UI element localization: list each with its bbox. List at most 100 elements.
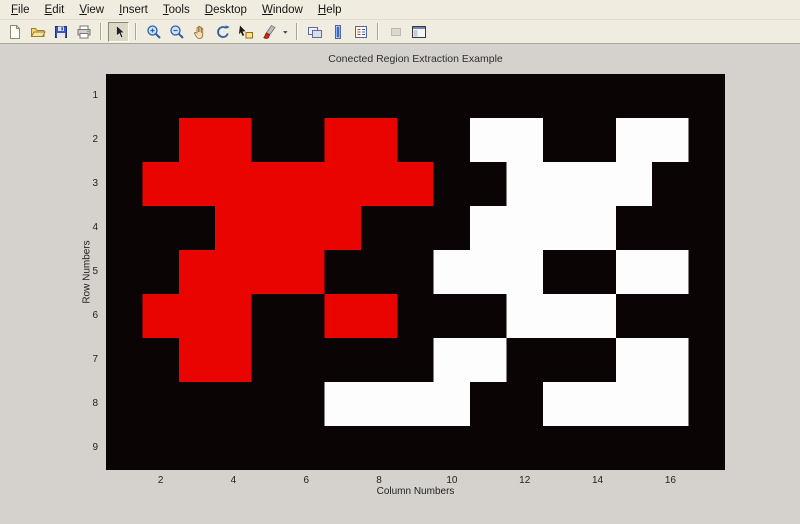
grid-cell — [215, 250, 251, 294]
grid-cell — [215, 206, 251, 250]
plot-area[interactable] — [106, 74, 725, 470]
grid-cell — [507, 162, 543, 206]
grid-cell — [616, 338, 652, 382]
grid-cell — [215, 118, 251, 162]
grid-cell — [288, 206, 324, 250]
grid-cell — [324, 294, 360, 338]
grid-cell — [616, 162, 652, 206]
menu-item-window[interactable]: Window — [255, 1, 311, 19]
menu-item-file[interactable]: File — [4, 1, 38, 19]
insert-legend-icon[interactable] — [350, 22, 371, 42]
insert-colorbar-icon[interactable] — [327, 22, 348, 42]
print-figure-icon[interactable] — [73, 22, 94, 42]
grid-cell — [179, 250, 215, 294]
grid-cell — [652, 338, 688, 382]
x-tick-label: 12 — [505, 475, 545, 487]
y-tick-label: 2 — [58, 134, 98, 146]
x-tick-label: 14 — [578, 475, 618, 487]
grid-cell — [507, 206, 543, 250]
brush-icon[interactable] — [258, 22, 279, 42]
data-cursor-icon[interactable] — [235, 22, 256, 42]
brush-dropdown-icon[interactable] — [281, 22, 290, 42]
grid-cell — [579, 382, 615, 426]
zoom-in-icon[interactable] — [143, 22, 164, 42]
grid-cell — [324, 206, 360, 250]
grid-cell — [543, 294, 579, 338]
grid-cell — [397, 382, 433, 426]
grid-cell — [179, 162, 215, 206]
toolbar-separator — [100, 23, 102, 40]
grid-cell — [324, 382, 360, 426]
grid-cell — [616, 118, 652, 162]
grid-cell — [470, 206, 506, 250]
rotate-3d-icon[interactable] — [212, 22, 233, 42]
grid-cell — [324, 162, 360, 206]
grid-cell — [543, 206, 579, 250]
plot-title: Conected Region Extraction Example — [106, 53, 725, 65]
y-tick-label: 9 — [58, 442, 98, 454]
grid-cell — [507, 118, 543, 162]
grid-cell — [252, 206, 288, 250]
grid-cell — [179, 118, 215, 162]
grid-cell — [616, 382, 652, 426]
x-tick-label: 2 — [141, 475, 181, 487]
menu-item-view[interactable]: View — [72, 1, 112, 19]
link-plot-icon[interactable] — [304, 22, 325, 42]
toolbar-separator — [377, 23, 379, 40]
menu-item-help[interactable]: Help — [311, 1, 350, 19]
grid-cell — [252, 250, 288, 294]
grid-cell — [361, 162, 397, 206]
grid-cell — [470, 250, 506, 294]
grid-cell — [507, 250, 543, 294]
new-figure-icon[interactable] — [4, 22, 25, 42]
edit-plot-icon[interactable] — [108, 22, 129, 42]
grid-cell — [324, 118, 360, 162]
pan-icon[interactable] — [189, 22, 210, 42]
grid-cell — [470, 118, 506, 162]
y-tick-label: 8 — [58, 398, 98, 410]
toolbar-separator — [135, 23, 137, 40]
x-tick-label: 10 — [432, 475, 472, 487]
show-plot-tools-icon[interactable] — [408, 22, 429, 42]
x-tick-label: 4 — [213, 475, 253, 487]
grid-cell — [579, 206, 615, 250]
zoom-out-icon[interactable] — [166, 22, 187, 42]
x-tick-label: 8 — [359, 475, 399, 487]
y-tick-label: 5 — [58, 266, 98, 278]
menu-bar: FileEditViewInsertToolsDesktopWindowHelp — [0, 0, 800, 20]
menu-item-edit[interactable]: Edit — [38, 1, 73, 19]
grid-cell — [361, 118, 397, 162]
grid-cell — [361, 294, 397, 338]
grid-cell — [142, 162, 178, 206]
grid-cell — [397, 162, 433, 206]
hide-plot-tools-icon — [385, 22, 406, 42]
grid-cell — [288, 250, 324, 294]
grid-cell — [652, 250, 688, 294]
grid-cell — [215, 294, 251, 338]
open-file-icon[interactable] — [27, 22, 48, 42]
grid-cell — [616, 250, 652, 294]
grid-cell — [434, 338, 470, 382]
grid-cell — [142, 294, 178, 338]
menu-item-desktop[interactable]: Desktop — [198, 1, 255, 19]
grid-cell — [288, 162, 324, 206]
menu-item-tools[interactable]: Tools — [156, 1, 198, 19]
grid-cell — [652, 118, 688, 162]
grid-cell — [252, 162, 288, 206]
y-tick-label: 7 — [58, 354, 98, 366]
y-tick-label: 6 — [58, 310, 98, 322]
y-tick-label: 4 — [58, 222, 98, 234]
save-figure-icon[interactable] — [50, 22, 71, 42]
toolbar-separator — [296, 23, 298, 40]
grid-cell — [215, 338, 251, 382]
grid-cell — [434, 250, 470, 294]
grid-cell — [470, 338, 506, 382]
figure-canvas: Conected Region Extraction Example Row N… — [0, 44, 800, 524]
menu-item-insert[interactable]: Insert — [112, 1, 156, 19]
grid-cell — [434, 382, 470, 426]
grid-cell — [543, 382, 579, 426]
grid-cell — [179, 294, 215, 338]
x-tick-label: 6 — [286, 475, 326, 487]
grid-cell — [215, 162, 251, 206]
grid-cell — [579, 162, 615, 206]
